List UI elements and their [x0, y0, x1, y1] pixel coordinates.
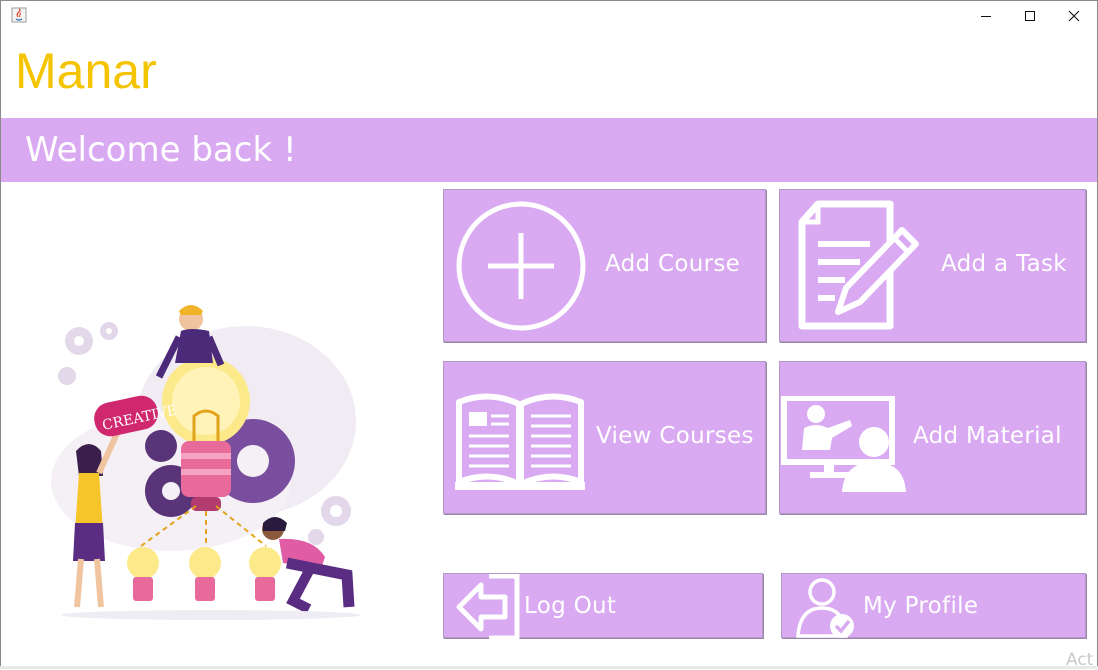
my-profile-button[interactable]: My Profile [781, 573, 1086, 638]
minimize-icon [981, 16, 991, 17]
maximize-icon [1025, 11, 1035, 21]
user-check-icon [796, 578, 854, 638]
document-pencil-icon [798, 200, 919, 330]
plus-circle-icon [456, 201, 586, 331]
app-name: Manar [15, 43, 157, 99]
add-material-button[interactable]: Add Material [779, 361, 1086, 514]
add-material-label: Add Material [913, 423, 1062, 449]
welcome-banner: Welcome back ! [1, 118, 1097, 182]
add-course-label: Add Course [605, 251, 741, 277]
log-out-button[interactable]: Log Out [443, 573, 763, 640]
add-task-button[interactable]: Add a Task [779, 189, 1086, 342]
open-book-icon [455, 393, 585, 490]
maximize-button[interactable] [1007, 1, 1053, 31]
activation-watermark: Act [1066, 650, 1094, 670]
app-window: Manar Welcome back ! CREATIVE Add Course… [0, 0, 1098, 669]
minimize-button[interactable] [963, 1, 1009, 31]
presentation-icon [781, 396, 906, 492]
my-profile-label: My Profile [863, 593, 979, 619]
welcome-text: Welcome back ! [25, 130, 297, 170]
log-out-label: Log Out [524, 593, 617, 619]
creative-team-illustration: CREATIVE [51, 305, 361, 620]
title-bar [1, 1, 1097, 31]
view-courses-label: View Courses [596, 423, 754, 449]
close-icon [1068, 10, 1080, 22]
lightbulb-icon [127, 547, 281, 601]
add-course-button[interactable]: Add Course [443, 189, 766, 342]
add-task-label: Add a Task [941, 251, 1067, 277]
close-button[interactable] [1051, 1, 1097, 31]
java-app-icon [11, 7, 27, 23]
logout-arrow-icon [456, 574, 520, 640]
view-courses-button[interactable]: View Courses [443, 361, 766, 514]
